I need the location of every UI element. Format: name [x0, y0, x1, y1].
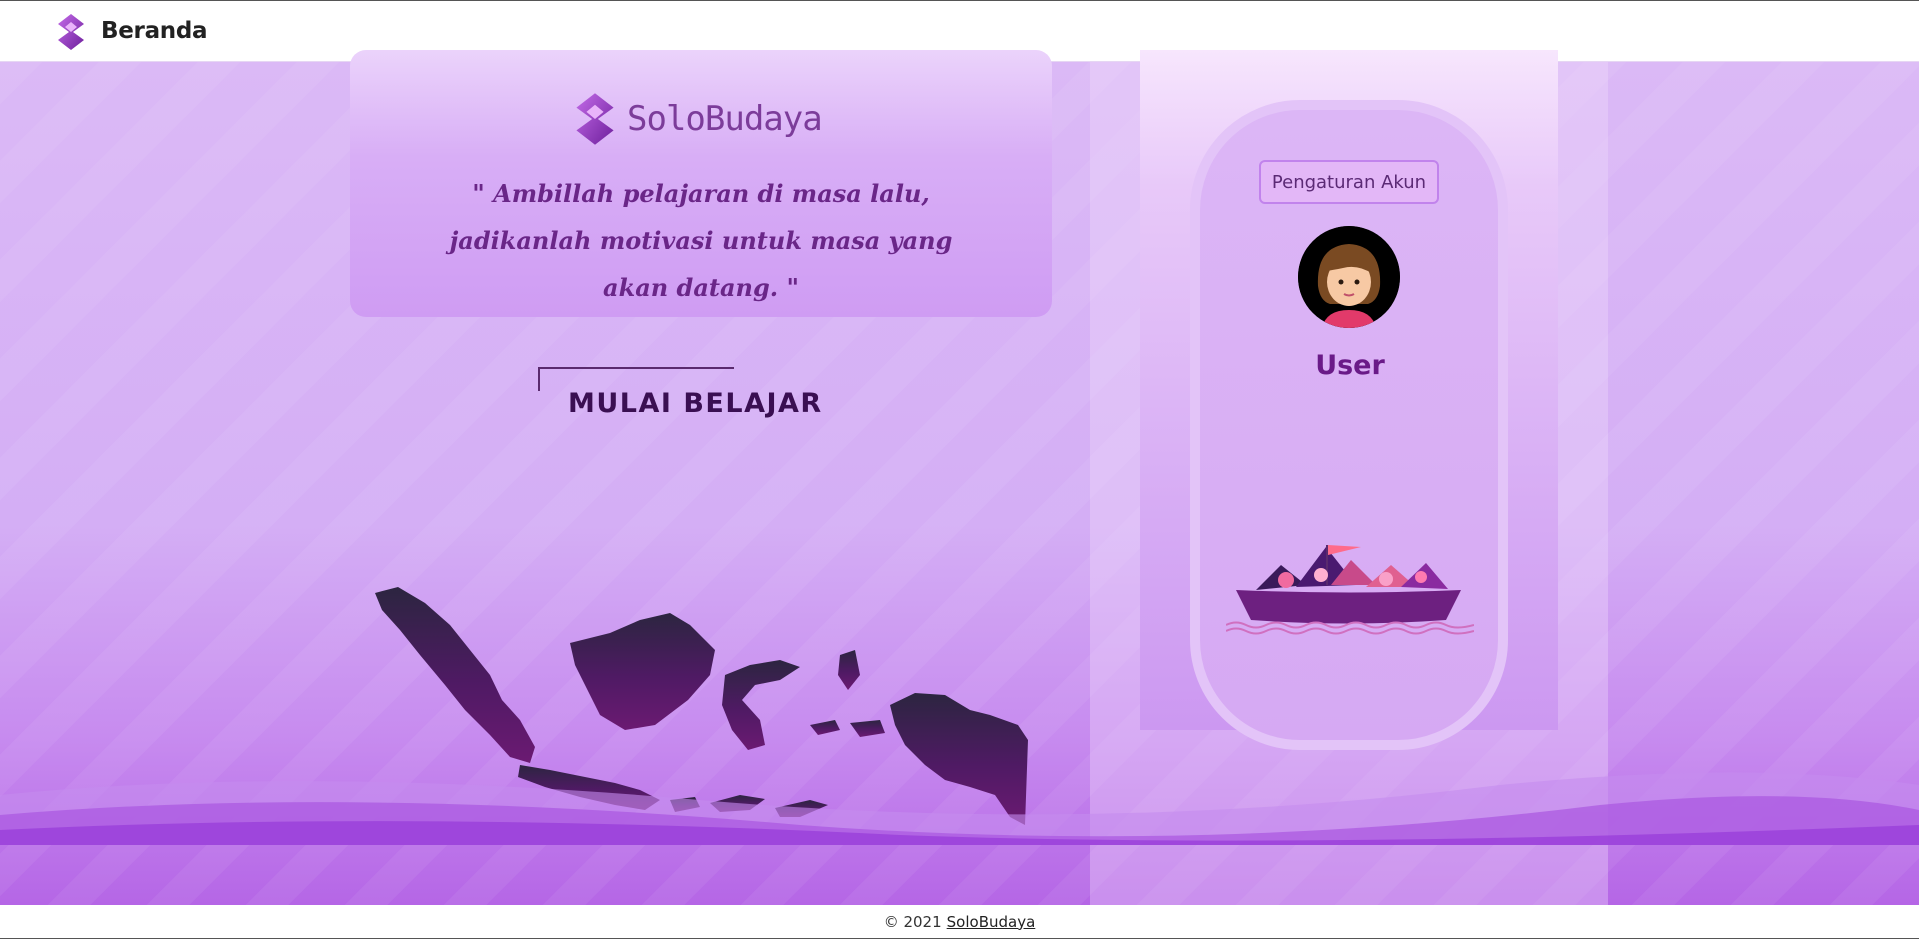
copyright-text: © 2021 — [883, 912, 942, 931]
footer: © 2021 SoloBudaya — [0, 905, 1919, 939]
brand-name: SoloBudaya — [627, 99, 823, 139]
solobudaya-logo-icon — [576, 93, 614, 145]
solobudaya-logo-icon[interactable] — [57, 14, 85, 50]
bottom-waves — [0, 772, 1919, 845]
girl-avatar-icon[interactable] — [1298, 226, 1400, 328]
start-learning-title[interactable]: MULAI BELAJAR — [568, 388, 823, 419]
culture-boat-icon — [1226, 545, 1474, 635]
page-title[interactable]: Beranda — [101, 18, 208, 44]
account-settings-button[interactable]: Pengaturan Akun — [1259, 160, 1439, 204]
username: User — [1315, 350, 1385, 381]
brand: SoloBudaya — [575, 88, 823, 150]
footer-link-solobudaya[interactable]: SoloBudaya — [947, 913, 1036, 931]
motivational-quote: " Ambillah pelajaran di masa lalu, jadik… — [449, 179, 953, 302]
